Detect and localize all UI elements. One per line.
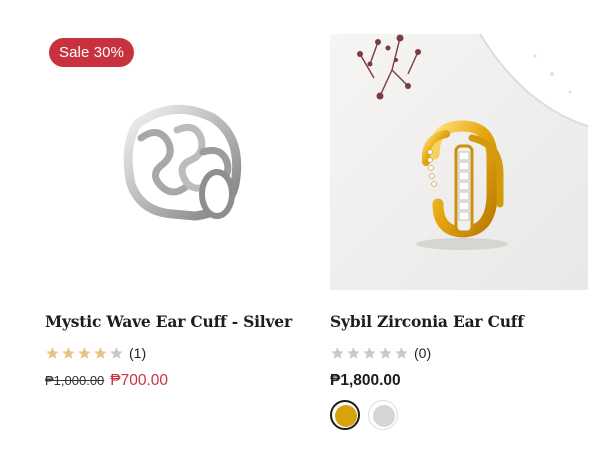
rating-stars — [45, 346, 125, 360]
gold-ear-cuff-image — [330, 34, 588, 290]
silver-ring-image — [123, 104, 242, 221]
star-icon-filled — [78, 347, 91, 359]
product-rating: (1) — [45, 345, 146, 361]
star-icon-empty — [347, 347, 360, 359]
product-rating: (0) — [330, 345, 431, 361]
star-icon-empty — [110, 347, 123, 359]
rating-stars — [330, 346, 410, 360]
product-card-sybil-zirconia[interactable]: Sybil Zirconia Ear Cuff (0) ₱1,800.00 — [330, 34, 590, 430]
price-row: ₱1,000.00 ₱700.00 — [45, 372, 168, 390]
star-icon-empty — [363, 347, 376, 359]
product-price: ₱1,800.00 — [330, 372, 401, 389]
star-icon-empty — [379, 347, 392, 359]
product-title[interactable]: Mystic Wave Ear Cuff - Silver — [45, 312, 292, 331]
swatch-gold[interactable] — [330, 400, 360, 430]
price-row: ₱1,800.00 — [330, 372, 401, 390]
star-icon-filled — [94, 347, 107, 359]
product-image[interactable] — [330, 34, 588, 290]
color-swatches — [330, 400, 406, 430]
swatch-gold-dot — [335, 405, 357, 427]
product-image[interactable]: Sale 30% — [45, 34, 303, 290]
sale-badge: Sale 30% — [49, 38, 135, 67]
swatch-silver-dot — [373, 405, 395, 427]
star-icon-empty — [395, 347, 408, 359]
product-title[interactable]: Sybil Zirconia Ear Cuff — [330, 312, 524, 331]
product-card-mystic-wave[interactable]: Sale 30% Mystic Wave Ear Cuff - Silver (… — [45, 34, 305, 389]
sale-price: ₱700.00 — [110, 372, 169, 389]
swatch-silver[interactable] — [368, 400, 398, 430]
star-icon-filled — [46, 347, 59, 359]
original-price: ₱1,000.00 — [45, 373, 105, 388]
rating-count[interactable]: (0) — [414, 345, 431, 361]
star-icon-empty — [331, 347, 344, 359]
star-icon-filled — [62, 347, 75, 359]
rating-count[interactable]: (1) — [129, 345, 146, 361]
